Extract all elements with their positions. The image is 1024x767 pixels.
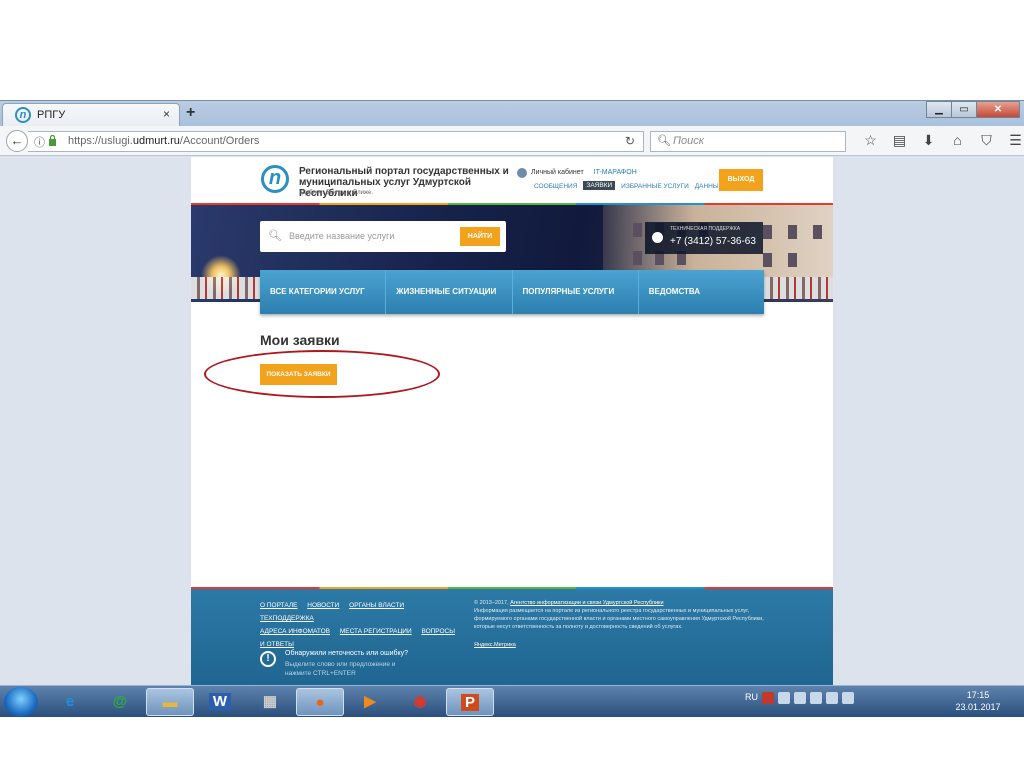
- it-marathon-link[interactable]: IT-МАРАФОН: [594, 169, 637, 176]
- language-indicator[interactable]: RU: [745, 692, 758, 704]
- reload-icon[interactable]: ↻: [625, 134, 635, 148]
- search-icon: 🔍︎: [268, 230, 282, 242]
- page-title: Мои заявки: [260, 332, 340, 348]
- ie-icon[interactable]: e: [46, 688, 94, 716]
- firefox-icon[interactable]: ●: [296, 688, 344, 716]
- system-tray: RU: [745, 692, 854, 704]
- acrobat-tray-icon[interactable]: [762, 692, 774, 704]
- maximize-icon[interactable]: ▭: [951, 101, 977, 118]
- clock-date: 23.01.2017: [955, 702, 1001, 712]
- portal-favicon-icon: n: [15, 107, 31, 123]
- footer-stripe: [191, 587, 833, 589]
- url-bar[interactable]: ⓘ https://uslugi.udmurt.ru/Account/Order…: [28, 131, 644, 152]
- highlight-annotation: [204, 350, 440, 398]
- logout-button[interactable]: ВЫХОД: [719, 169, 763, 191]
- portal-logo-icon[interactable]: n: [261, 165, 289, 193]
- pocket-icon[interactable]: ⛉: [972, 132, 1001, 149]
- back-arrow-icon[interactable]: ←: [6, 130, 28, 152]
- mail-agent-icon[interactable]: @: [96, 688, 144, 716]
- service-search-placeholder: Введите название услуги: [289, 231, 395, 241]
- browser-search-placeholder: Поиск: [673, 135, 704, 147]
- service-search-input[interactable]: 🔍︎ Введите название услуги НАЙТИ: [260, 221, 506, 252]
- home-icon[interactable]: ⌂: [943, 132, 972, 149]
- lock-icon: [49, 135, 56, 146]
- menu-all-categories[interactable]: ВСЕ КАТЕГОРИИ УСЛУГ: [260, 270, 387, 314]
- footer-link-infomats[interactable]: АДРЕСА ИНФОМАТОВ: [260, 628, 330, 635]
- ornament-right: [764, 277, 833, 299]
- personal-cabinet-link[interactable]: Личный кабинет: [531, 169, 584, 176]
- error-report-title: Обнаружили неточность или ошибку?: [285, 650, 409, 657]
- new-tab-button[interactable]: +: [186, 104, 195, 122]
- url-text: https://uslugi.udmurt.ru/Account/Orders: [68, 135, 260, 147]
- reading-list-icon[interactable]: ▤: [885, 132, 914, 149]
- footer-link-news[interactable]: НОВОСТИ: [307, 602, 339, 609]
- page-viewport: n Региональный портал государственных и …: [0, 157, 1024, 687]
- antivirus-tray-icon[interactable]: [794, 692, 806, 704]
- portal-tagline: Удобнее. Быстрее. Ближе.: [299, 190, 374, 196]
- clock[interactable]: 17:15 23.01.2017: [954, 689, 1002, 713]
- warning-icon: !: [260, 651, 276, 667]
- tech-support-box[interactable]: ТЕХНИЧЕСКАЯ ПОДДЕРЖКА +7 (3412) 57-36-63: [645, 222, 763, 254]
- toolbar-icons: ☆ ▤ ⬇ ⌂ ⛉ ☰: [856, 132, 1024, 149]
- metrika-link[interactable]: Яндекс.Метрика: [474, 642, 516, 648]
- volume-tray-icon[interactable]: [842, 692, 854, 704]
- powerpoint-icon[interactable]: P: [446, 688, 494, 716]
- site-footer: О ПОРТАЛЕ НОВОСТИ ОРГАНЫ ВЛАСТИ ТЕХПОДДЕ…: [191, 587, 833, 687]
- support-label: ТЕХНИЧЕСКАЯ ПОДДЕРЖКА: [670, 226, 741, 232]
- footer-link-about[interactable]: О ПОРТАЛЕ: [260, 602, 297, 609]
- find-button[interactable]: НАЙТИ: [460, 227, 500, 246]
- info-icon[interactable]: ⓘ: [34, 134, 45, 150]
- clock-time: 17:15: [966, 690, 990, 700]
- browser-titlebar: n РПГУ × + ▁ ▭ ✕: [0, 100, 1024, 127]
- media-player-icon[interactable]: ▶: [346, 688, 394, 716]
- browser-search-input[interactable]: 🔍︎ Поиск: [650, 131, 846, 152]
- window-controls: ▁ ▭ ✕: [926, 101, 1020, 119]
- tab-orders[interactable]: ЗАЯВКИ: [583, 181, 616, 190]
- bookmark-star-icon[interactable]: ☆: [856, 132, 885, 149]
- error-report-text: Выделите слово или предложение и нажмите…: [285, 661, 396, 677]
- tab-close-icon[interactable]: ×: [163, 107, 170, 121]
- portal-site: n Региональный портал государственных и …: [191, 157, 833, 687]
- footer-link-support[interactable]: ТЕХПОДДЕРЖКА: [260, 615, 314, 622]
- explorer-icon[interactable]: ▬: [146, 688, 194, 716]
- footer-links: О ПОРТАЛЕ НОВОСТИ ОРГАНЫ ВЛАСТИ ТЕХПОДДЕ…: [260, 599, 460, 651]
- footer-link-registration[interactable]: МЕСТА РЕГИСТРАЦИИ: [340, 628, 412, 635]
- ornament-left: [191, 277, 261, 299]
- main-menu: ВСЕ КАТЕГОРИИ УСЛУГ ЖИЗНЕННЫЕ СИТУАЦИИ П…: [260, 270, 764, 314]
- chrome-icon[interactable]: ◉: [396, 688, 444, 716]
- cabinet-tabs: СООБЩЕНИЯ ЗАЯВКИ ИЗБРАННЫЕ УСЛУГИ ДАННЫЕ: [534, 181, 723, 190]
- footer-copyright: © 2013–2017, Агентство информатизации и …: [474, 600, 764, 630]
- agency-link[interactable]: Агентство информатизации и связи Удмуртс…: [510, 600, 663, 606]
- search-icon: 🔍︎: [657, 135, 671, 147]
- close-window-icon[interactable]: ✕: [976, 101, 1020, 118]
- support-phone: +7 (3412) 57-36-63: [670, 236, 756, 247]
- menu-departments[interactable]: ВЕДОМСТВА: [639, 270, 764, 314]
- header-links: Личный кабинет IT-МАРАФОН: [531, 169, 637, 176]
- phone-icon: [652, 232, 663, 243]
- browser-tab[interactable]: n РПГУ ×: [2, 103, 180, 127]
- site-header: n Региональный портал государственных и …: [191, 157, 833, 205]
- network-tray-icon[interactable]: [826, 692, 838, 704]
- app-tray-icon[interactable]: [778, 692, 790, 704]
- menu-life-situations[interactable]: ЖИЗНЕННЫЕ СИТУАЦИИ: [386, 270, 513, 314]
- start-button[interactable]: [4, 687, 38, 717]
- menu-icon[interactable]: ☰: [1001, 132, 1024, 149]
- tab-favorite-services[interactable]: ИЗБРАННЫЕ УСЛУГИ: [621, 183, 689, 190]
- minimize-icon[interactable]: ▁: [926, 101, 952, 118]
- word-icon[interactable]: W: [196, 688, 244, 716]
- download-icon[interactable]: ⬇: [914, 132, 943, 149]
- flag-tray-icon[interactable]: [810, 692, 822, 704]
- tab-title: РПГУ: [37, 109, 66, 121]
- calculator-icon[interactable]: ▦: [246, 688, 294, 716]
- screen: n РПГУ × + ▁ ▭ ✕ ← ⓘ https://uslugi.udmu…: [0, 100, 1024, 717]
- tab-messages[interactable]: СООБЩЕНИЯ: [534, 183, 577, 190]
- menu-popular-services[interactable]: ПОПУЛЯРНЫЕ УСЛУГИ: [513, 270, 639, 314]
- browser-navbar: ← ⓘ https://uslugi.udmurt.ru/Account/Ord…: [0, 126, 1024, 156]
- footer-link-authorities[interactable]: ОРГАНЫ ВЛАСТИ: [349, 602, 404, 609]
- windows-taskbar: e @ ▬ W ▦ ● ▶ ◉ P RU 17:15 23.01.2017: [0, 685, 1024, 717]
- user-icon: [517, 168, 527, 178]
